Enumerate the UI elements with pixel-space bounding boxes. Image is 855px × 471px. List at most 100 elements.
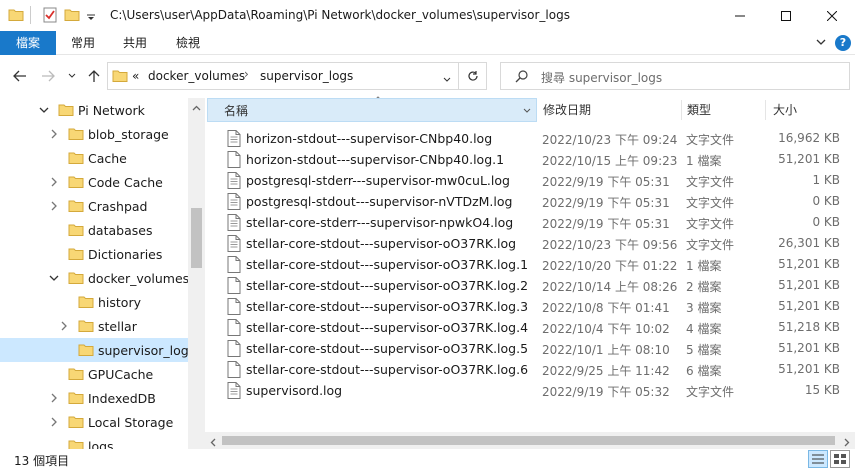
close-button[interactable] [809, 0, 855, 31]
sidebar-item-logs[interactable]: logs [0, 434, 188, 449]
file-row[interactable]: postgresql-stdout---supervisor-nVTDzM.lo… [205, 191, 845, 212]
column-divider[interactable] [765, 100, 766, 120]
text-file-icon [227, 277, 241, 297]
help-icon[interactable]: ? [835, 35, 851, 51]
sidebar-item-stellar[interactable]: stellar [0, 314, 188, 338]
file-row[interactable]: supervisord.log 2022/9/19 下午 05:32 文字文件 15 … [205, 380, 845, 401]
column-type[interactable]: 類型 [681, 98, 765, 122]
tab-home[interactable]: 常用 [60, 31, 106, 55]
sidebar-item-label: GPUCache [88, 367, 154, 382]
chevron-right-icon[interactable] [48, 128, 60, 140]
chevron-right-icon[interactable] [48, 200, 60, 212]
file-row[interactable]: stellar-core-stdout---supervisor-oO37RK.… [205, 317, 845, 338]
sidebar-scroll-thumb[interactable] [191, 208, 202, 268]
new-folder-icon[interactable] [64, 7, 80, 23]
horizontal-scrollbar[interactable] [205, 432, 855, 449]
chevron-right-icon[interactable] [48, 416, 60, 428]
file-modified-date: 2022/10/4 下午 10:02 [542, 322, 670, 336]
chevron-right-icon[interactable] [48, 176, 60, 188]
sidebar-item-local-storage[interactable]: Local Storage [0, 410, 188, 434]
properties-icon[interactable] [42, 7, 58, 23]
file-name: horizon-stdout---supervisor-CNbp40.log [246, 131, 493, 146]
breadcrumb-docker-volumes[interactable]: docker_volumes [148, 69, 245, 83]
sidebar-item-label: Local Storage [88, 415, 174, 430]
search-box[interactable]: 搜尋 supervisor_logs [500, 62, 850, 90]
file-row[interactable]: horizon-stdout---supervisor-CNbp40.log.1… [205, 149, 845, 170]
sidebar-item-cache[interactable]: Cache [0, 146, 188, 170]
text-file-icon [227, 172, 241, 192]
horizontal-scroll-thumb[interactable] [222, 436, 835, 445]
sidebar-item-databases[interactable]: databases [0, 218, 188, 242]
chevron-down-icon[interactable] [38, 104, 50, 116]
folder-icon [68, 222, 84, 241]
scroll-left-icon[interactable] [209, 436, 218, 450]
details-view-button[interactable] [808, 450, 828, 468]
folder-icon [68, 366, 84, 385]
file-modified-date: 2022/9/25 上午 11:42 [542, 364, 670, 378]
file-row[interactable]: stellar-core-stdout---supervisor-oO37RK.… [205, 233, 845, 254]
sidebar-item-code-cache[interactable]: Code Cache [0, 170, 188, 194]
file-row[interactable]: stellar-core-stdout---supervisor-oO37RK.… [205, 296, 845, 317]
folder-icon [68, 198, 84, 217]
sidebar-item-label: Pi Network [78, 103, 145, 118]
sidebar-item-dictionaries[interactable]: Dictionaries [0, 242, 188, 266]
file-row[interactable]: stellar-core-stderr---supervisor-npwkO4.… [205, 212, 845, 233]
chevron-down-icon[interactable] [815, 36, 827, 51]
file-modified-date: 2022/9/19 下午 05:32 [542, 385, 670, 399]
file-row[interactable]: stellar-core-stdout---supervisor-oO37RK.… [205, 338, 845, 359]
column-date[interactable]: 修改日期 [537, 98, 681, 122]
breadcrumb-supervisor-logs[interactable]: supervisor_logs [260, 69, 353, 83]
forward-arrow-icon[interactable] [38, 66, 58, 86]
sidebar-item-indexeddb[interactable]: IndexedDB [0, 386, 188, 410]
sidebar-item-blob-storage[interactable]: blob_storage [0, 122, 188, 146]
column-size[interactable]: 大小 [767, 98, 847, 122]
file-name: stellar-core-stderr---supervisor-npwkO4.… [246, 215, 514, 230]
address-bar[interactable]: « docker_volumes › supervisor_logs [107, 62, 487, 90]
refresh-icon[interactable] [458, 63, 486, 89]
sidebar-item-supervisor-logs[interactable]: supervisor_logs [0, 338, 195, 362]
file-row[interactable]: stellar-core-stdout---supervisor-oO37RK.… [205, 254, 845, 275]
tab-view[interactable]: 檢視 [165, 31, 211, 55]
sidebar-item-pi-network[interactable]: Pi Network [0, 98, 188, 122]
up-arrow-icon[interactable] [84, 66, 104, 86]
column-name[interactable]: 名稱 [207, 98, 537, 122]
sidebar-item-history[interactable]: history [0, 290, 188, 314]
column-name-label: 名稱 [224, 104, 249, 118]
sidebar-item-crashpad[interactable]: Crashpad [0, 194, 188, 218]
file-modified-date: 2022/10/14 上午 08:26 [542, 280, 678, 294]
tab-file[interactable]: 檔案 [0, 31, 56, 55]
file-name: stellar-core-stdout---supervisor-oO37RK.… [246, 362, 529, 377]
chevron-down-icon[interactable] [48, 272, 60, 284]
breadcrumb-separator-icon[interactable]: › [244, 67, 249, 81]
tab-share[interactable]: 共用 [112, 31, 158, 55]
sidebar-scrollbar[interactable] [188, 98, 205, 449]
scroll-right-icon[interactable] [842, 436, 851, 450]
file-size: 0 KB [812, 194, 840, 208]
file-modified-date: 2022/10/1 上午 08:10 [542, 343, 670, 357]
chevron-right-icon[interactable] [48, 392, 60, 404]
large-icons-view-button[interactable] [830, 450, 850, 468]
sidebar-item-gpucache[interactable]: GPUCache [0, 362, 188, 386]
breadcrumb-overflow[interactable]: « [132, 69, 139, 83]
file-size: 0 KB [812, 215, 840, 229]
file-row[interactable]: stellar-core-stdout---supervisor-oO37RK.… [205, 359, 845, 380]
sidebar-item-label: databases [88, 223, 153, 238]
file-modified-date: 2022/10/20 下午 01:22 [542, 259, 678, 273]
file-row[interactable]: stellar-core-stdout---supervisor-oO37RK.… [205, 275, 845, 296]
file-row[interactable]: horizon-stdout---supervisor-CNbp40.log 20… [205, 128, 845, 149]
column-header-row: 名稱 修改日期 類型 大小 [205, 96, 855, 122]
scroll-up-icon[interactable] [192, 102, 201, 111]
chevron-right-icon[interactable] [58, 320, 70, 332]
back-arrow-icon[interactable] [10, 66, 30, 86]
sidebar-item-docker-volumes[interactable]: docker_volumes [0, 266, 189, 290]
recent-locations-chevron-icon[interactable] [62, 66, 82, 86]
file-row[interactable]: postgresql-stderr---supervisor-mw0cuL.lo… [205, 170, 845, 191]
file-type: 文字文件 [686, 196, 735, 210]
chevron-down-icon[interactable] [522, 99, 532, 123]
maximize-button[interactable] [763, 0, 809, 31]
chevron-down-icon[interactable] [86, 11, 96, 27]
chevron-down-icon[interactable] [442, 73, 452, 87]
folder-icon[interactable] [8, 7, 24, 23]
file-name: horizon-stdout---supervisor-CNbp40.log.1 [246, 152, 505, 167]
minimize-button[interactable] [717, 0, 763, 31]
